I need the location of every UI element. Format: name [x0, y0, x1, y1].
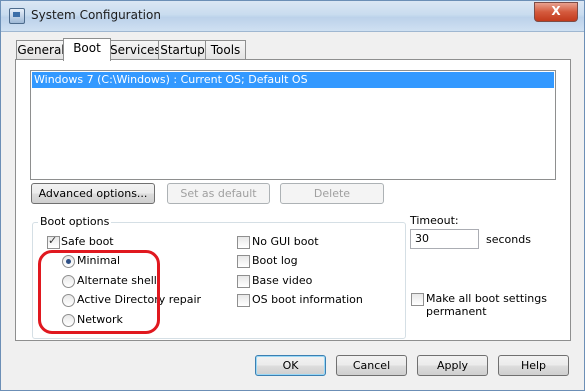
- tab-services[interactable]: Services: [109, 40, 161, 60]
- boot-options-label: Boot options: [38, 215, 112, 228]
- ok-button[interactable]: OK: [255, 355, 326, 376]
- close-button[interactable]: X: [534, 2, 578, 22]
- help-button[interactable]: Help: [498, 355, 569, 376]
- advanced-options-button[interactable]: Advanced options...: [31, 183, 155, 204]
- boot-entry-row[interactable]: Windows 7 (C:\Windows) : Current OS; Def…: [32, 72, 554, 88]
- system-config-icon: [9, 8, 25, 24]
- system-configuration-window: System Configuration X General Boot Serv…: [0, 0, 585, 391]
- apply-button[interactable]: Apply: [417, 355, 488, 376]
- os-boot-info-checkbox[interactable]: [237, 294, 250, 307]
- boot-log-label: Boot log: [252, 254, 298, 267]
- boot-tab-panel: Windows 7 (C:\Windows) : Current OS; Def…: [15, 59, 571, 341]
- title-bar[interactable]: System Configuration X: [1, 1, 584, 32]
- tab-startup[interactable]: Startup: [158, 40, 207, 60]
- os-boot-info-label: OS boot information: [252, 293, 363, 306]
- timeout-input[interactable]: 30: [410, 229, 479, 249]
- base-video-label: Base video: [252, 274, 313, 287]
- safe-boot-label: Safe boot: [61, 235, 114, 248]
- tab-boot[interactable]: Boot: [63, 38, 111, 61]
- timeout-unit-label: seconds: [486, 233, 531, 246]
- tab-tools[interactable]: Tools: [205, 40, 246, 60]
- base-video-checkbox[interactable]: [237, 275, 250, 288]
- set-as-default-button[interactable]: Set as default: [167, 183, 270, 204]
- window-title: System Configuration: [31, 8, 161, 22]
- close-icon: X: [551, 4, 561, 18]
- make-permanent-label-line2: permanent: [426, 305, 487, 318]
- no-gui-boot-label: No GUI boot: [252, 235, 319, 248]
- cancel-button[interactable]: Cancel: [336, 355, 407, 376]
- safe-boot-highlight-annotation: [38, 250, 160, 334]
- make-permanent-label-line1: Make all boot settings: [426, 292, 547, 305]
- make-permanent-checkbox[interactable]: [411, 293, 424, 306]
- delete-button[interactable]: Delete: [280, 183, 384, 204]
- safe-boot-checkbox[interactable]: [47, 234, 60, 249]
- no-gui-boot-checkbox[interactable]: [237, 236, 250, 249]
- boot-log-checkbox[interactable]: [237, 255, 250, 268]
- boot-entries-list[interactable]: Windows 7 (C:\Windows) : Current OS; Def…: [30, 70, 556, 180]
- timeout-label: Timeout:: [410, 214, 459, 227]
- tab-general[interactable]: General: [16, 40, 66, 60]
